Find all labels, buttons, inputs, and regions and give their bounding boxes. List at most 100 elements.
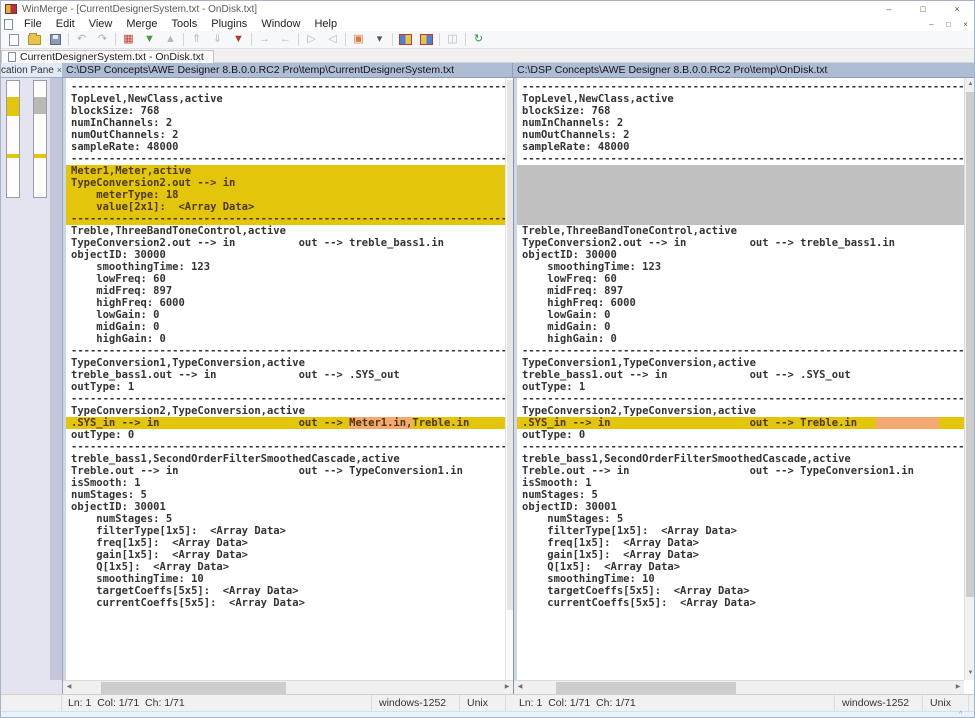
close-icon[interactable]: × <box>54 65 62 75</box>
refresh-button[interactable]: ↻ <box>468 31 489 48</box>
save-button[interactable] <box>45 31 66 48</box>
location-pane[interactable] <box>1 78 62 694</box>
mdi-minimize-button[interactable]: – <box>923 17 940 31</box>
location-mark-missing[interactable] <box>34 97 46 114</box>
code-line: midGain: 0 <box>63 321 505 333</box>
maximize-button[interactable]: □ <box>906 1 940 17</box>
file-merge-mode-icon: ◫ <box>447 34 457 45</box>
auto-merge-dropdown[interactable]: ▾ <box>369 31 390 48</box>
menu-item-edit[interactable]: Edit <box>49 17 82 31</box>
code-line: ----------------------------------------… <box>514 153 964 165</box>
menu-item-merge[interactable]: Merge <box>119 17 164 31</box>
scrollbar-thumb[interactable] <box>101 682 286 694</box>
menu-item-help[interactable]: Help <box>307 17 344 31</box>
bottom-strip: ^ <box>1 711 974 718</box>
current-difference-button[interactable]: ▼ <box>228 31 249 48</box>
right-file-path-header[interactable]: C:\DSP Concepts\AWE Designer 8.B.0.0.RC2… <box>513 63 975 78</box>
previous-difference-button[interactable]: ▲ <box>160 31 181 48</box>
left-file-pane[interactable]: ----------------------------------------… <box>63 78 505 680</box>
location-bar-left-file[interactable] <box>6 80 20 198</box>
code-line: sampleRate: 48000 <box>63 141 505 153</box>
menu-item-file[interactable]: File <box>17 17 49 31</box>
code-line: ----------------------------------------… <box>63 393 505 405</box>
winmerge-app-icon <box>5 4 17 14</box>
tab-comparison[interactable]: CurrentDesignerSystem.txt - OnDisk.txt <box>1 50 214 64</box>
code-line: outType: 0 <box>514 429 964 441</box>
scroll-left-icon[interactable]: ◀ <box>514 681 526 694</box>
copy-left-advance-button[interactable]: ◁ <box>322 31 343 48</box>
scrollbar-thumb[interactable] <box>507 80 513 610</box>
scroll-right-icon[interactable]: ▶ <box>952 681 964 694</box>
left-file-path-header[interactable]: C:\DSP Concepts\AWE Designer 8.B.0.0.RC2… <box>62 63 513 78</box>
eol-badge: Unix <box>459 695 505 711</box>
redo-icon: ↷ <box>98 34 107 45</box>
redo-button[interactable]: ↷ <box>92 31 113 48</box>
copy-right-advance-button[interactable]: ▷ <box>301 31 322 48</box>
menu-item-plugins[interactable]: Plugins <box>204 17 254 31</box>
highlight-differences-button[interactable]: ▦ <box>118 31 139 48</box>
scroll-down-icon[interactable]: ▼ <box>965 667 975 680</box>
pane-lines-left: ----------------------------------------… <box>63 78 505 609</box>
menu-item-view[interactable]: View <box>82 17 120 31</box>
left-vertical-scrollbar[interactable] <box>505 78 513 680</box>
copy-left-button[interactable]: ← <box>275 31 296 48</box>
previous-difference-icon: ▲ <box>165 34 176 45</box>
last-difference-button[interactable]: ⇓ <box>207 31 228 48</box>
code-line: numStages: 5 <box>63 513 505 525</box>
code-line: outType: 0 <box>63 429 505 441</box>
code-line: objectID: 30001 <box>514 501 964 513</box>
code-line: objectID: 30000 <box>63 249 505 261</box>
code-line: filterType[1x5]: <Array Data> <box>514 525 964 537</box>
next-difference-button[interactable]: ▼ <box>139 31 160 48</box>
code-line <box>514 189 964 201</box>
scroll-left-icon[interactable]: ◀ <box>63 681 75 694</box>
open-button[interactable] <box>24 31 45 48</box>
code-line: .SYS_in --> in out --> Treble.in <box>514 417 964 429</box>
location-mark-diff[interactable] <box>7 154 19 158</box>
scrollbar-thumb[interactable] <box>966 92 975 597</box>
copy-right-button[interactable]: → <box>254 31 275 48</box>
mdi-close-button[interactable]: × <box>957 17 974 31</box>
code-line: ----------------------------------------… <box>514 393 964 405</box>
scrollbar-thumb[interactable] <box>556 682 736 694</box>
right-horizontal-scrollbar[interactable]: ◀ ▶ <box>514 680 964 694</box>
left-horizontal-scrollbar[interactable]: ◀ ▶ <box>63 680 513 694</box>
code-line: numInChannels: 2 <box>63 117 505 129</box>
location-mark-diff[interactable] <box>34 154 46 158</box>
mdi-restore-button[interactable]: □ <box>940 17 957 31</box>
copy-all-right-button[interactable] <box>395 31 416 48</box>
status-bar: Ln: 1 Col: 1/71 Ch: 1/71 windows-1252 Un… <box>1 694 974 711</box>
title-bar: WinMerge - [CurrentDesignerSystem.txt - … <box>1 1 974 17</box>
scroll-right-icon[interactable]: ▶ <box>501 681 513 694</box>
minimize-button[interactable]: – <box>872 1 906 17</box>
menu-item-tools[interactable]: Tools <box>165 17 205 31</box>
code-line: Q[1x5]: <Array Data> <box>63 561 505 573</box>
first-difference-button[interactable]: ⇑ <box>186 31 207 48</box>
word-diff-highlight <box>876 417 939 429</box>
menu-item-window[interactable]: Window <box>254 17 307 31</box>
toolbar-separator <box>251 33 252 46</box>
code-line: lowGain: 0 <box>514 309 964 321</box>
code-line: sampleRate: 48000 <box>514 141 964 153</box>
code-line: isSmooth: 1 <box>63 477 505 489</box>
toolbar-separator <box>298 33 299 46</box>
code-line: lowFreq: 60 <box>63 273 505 285</box>
new-file-button[interactable] <box>3 31 24 48</box>
scroll-up-icon[interactable]: ▲ <box>965 78 975 91</box>
copy-all-left-button[interactable] <box>416 31 437 48</box>
auto-merge-button[interactable]: ▣ <box>348 31 369 48</box>
code-line: isSmooth: 1 <box>514 477 964 489</box>
code-line: TypeConversion2,TypeConversion,active <box>63 405 505 417</box>
cursor-position: Ln: 1 Col: 1/71 Ch: 1/71 <box>514 697 834 709</box>
right-vertical-scrollbar[interactable]: ▲ ▼ <box>964 78 975 680</box>
location-mark-diff[interactable] <box>7 97 19 116</box>
location-bar-right-file[interactable] <box>33 80 47 198</box>
location-pane-title: cation Pane <box>1 65 54 76</box>
right-file-pane[interactable]: ----------------------------------------… <box>514 78 964 680</box>
code-line: outType: 1 <box>63 381 505 393</box>
close-button[interactable]: × <box>940 1 974 17</box>
undo-button[interactable]: ↶ <box>71 31 92 48</box>
code-line: Treble.out --> in out --> TypeConversion… <box>63 465 505 477</box>
file-merge-mode-button[interactable]: ◫ <box>442 31 463 48</box>
code-line <box>514 213 964 225</box>
